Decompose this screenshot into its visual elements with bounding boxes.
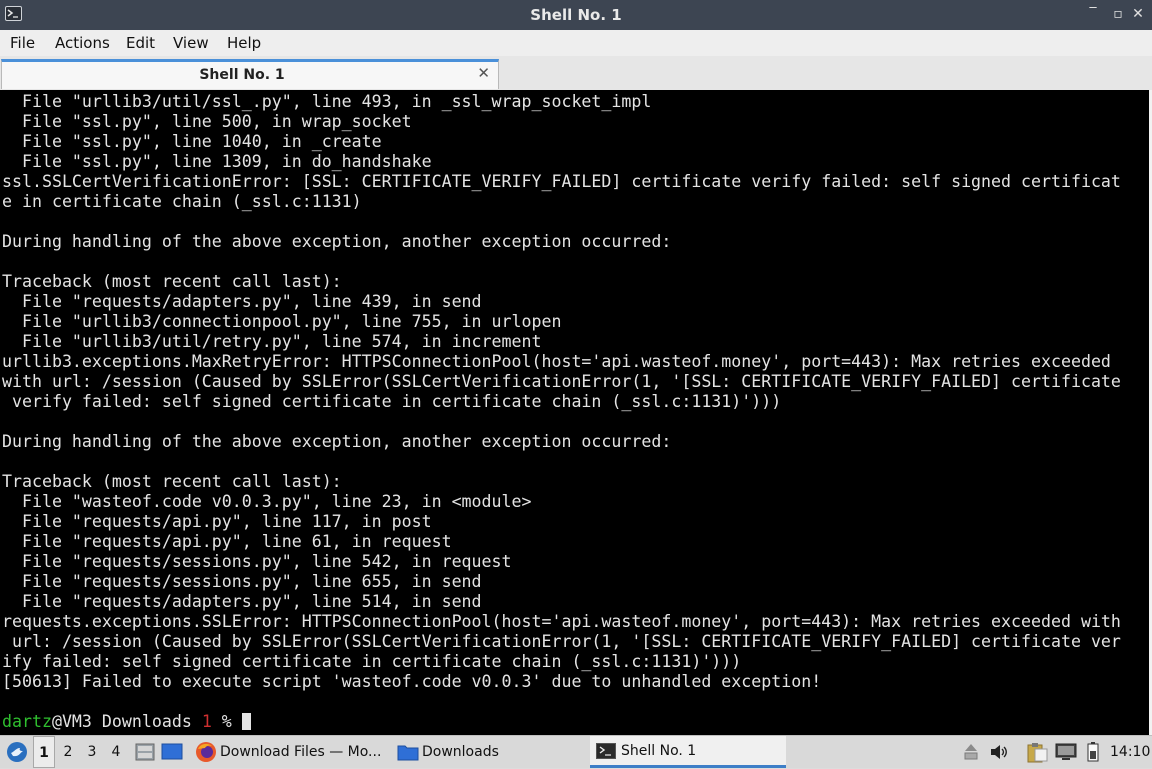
terminal-line: During handling of the above exception, … xyxy=(2,432,672,451)
file-manager-launcher[interactable] xyxy=(134,736,156,768)
firefox-icon xyxy=(196,742,216,762)
workspace-2[interactable]: 2 xyxy=(57,736,79,768)
terminal-lines: File "urllib3/util/ssl_.py", line 493, i… xyxy=(2,92,1121,691)
terminal-line: ssl.SSLCertVerificationError: [SSL: CERT… xyxy=(2,172,1121,191)
terminal-line: [50613] Failed to execute script 'wasteo… xyxy=(2,672,822,691)
tab-bar: Shell No. 1 ✕ xyxy=(0,56,1152,90)
terminal-line: During handling of the above exception, … xyxy=(2,232,672,251)
menu-actions[interactable]: Actions xyxy=(55,34,110,52)
terminal-line: Traceback (most recent call last): xyxy=(2,272,342,291)
task-firefox[interactable]: Download Files — Mo... xyxy=(192,736,388,768)
window-titlebar[interactable]: Shell No. 1 ‾ ▫ ✕ xyxy=(0,0,1152,30)
terminal-line: e in certificate chain (_ssl.c:1131) xyxy=(2,192,362,211)
terminal-view[interactable]: File "urllib3/util/ssl_.py", line 493, i… xyxy=(0,90,1152,735)
task-shell-label: Shell No. 1 xyxy=(621,742,697,759)
clipboard-button[interactable] xyxy=(1025,736,1051,768)
terminal-line: ify failed: self signed certificate in c… xyxy=(2,652,742,671)
volume-button[interactable] xyxy=(988,736,1010,768)
battery-button[interactable] xyxy=(1082,736,1104,768)
terminal-output: File "urllib3/util/ssl_.py", line 493, i… xyxy=(2,92,1121,732)
tray-upload-button[interactable] xyxy=(962,736,980,768)
battery-icon xyxy=(1087,742,1099,762)
workspace-3[interactable]: 3 xyxy=(81,736,103,768)
menu-edit[interactable]: Edit xyxy=(126,34,155,52)
prompt-host-path: @VM3 Downloads xyxy=(51,712,202,731)
terminal-line: File "wasteof.code v0.0.3.py", line 23, … xyxy=(21,492,532,511)
task-shell[interactable]: Shell No. 1 xyxy=(590,736,786,768)
terminal-line: Traceback (most recent call last): xyxy=(2,472,342,491)
window-title: Shell No. 1 xyxy=(530,6,622,24)
terminal-line: File "requests/api.py", line 117, in pos… xyxy=(21,512,432,531)
workspace-1[interactable]: 1 xyxy=(33,736,55,768)
terminal-line: File "requests/adapters.py", line 439, i… xyxy=(21,292,482,311)
terminal-line: url: /session (Caused by SSLError(SSLCer… xyxy=(11,632,1121,651)
minimize-button[interactable]: ‾ xyxy=(1083,4,1103,24)
start-menu-button[interactable] xyxy=(3,736,31,768)
terminal-line: requests.exceptions.SSLError: HTTPSConne… xyxy=(2,612,1121,631)
eject-icon xyxy=(964,744,978,760)
terminal-icon xyxy=(596,742,616,759)
prompt-user: dartz xyxy=(2,712,52,731)
terminal-line: File "requests/adapters.py", line 514, i… xyxy=(21,592,482,611)
clipboard-icon xyxy=(1027,743,1048,763)
taskbar: 1 2 3 4 Download Files — Mo... Downloads xyxy=(0,735,1152,768)
task-downloads[interactable]: Downloads xyxy=(394,736,584,768)
prompt-symbol: % xyxy=(211,712,242,731)
menu-file[interactable]: File xyxy=(10,34,35,52)
prompt-exit-code: 1 xyxy=(201,712,212,731)
terminal-line: File "urllib3/util/ssl_.py", line 493, i… xyxy=(21,92,652,111)
terminal-line: File "requests/sessions.py", line 655, i… xyxy=(21,572,482,591)
terminal-line: File "ssl.py", line 500, in wrap_socket xyxy=(21,112,412,131)
show-desktop-launcher[interactable] xyxy=(160,736,184,768)
task-downloads-label: Downloads xyxy=(422,744,499,760)
terminal-line: File "urllib3/connectionpool.py", line 7… xyxy=(21,312,562,331)
menu-bar: File Actions Edit View Help xyxy=(0,30,1152,56)
desktop-icon xyxy=(161,743,183,760)
terminal-line: File "urllib3/util/retry.py", line 574, … xyxy=(21,332,542,351)
tab-label: Shell No. 1 xyxy=(199,67,285,83)
menu-view[interactable]: View xyxy=(173,34,209,52)
tab-shell-1[interactable]: Shell No. 1 ✕ xyxy=(1,59,499,89)
terminal-line: File "ssl.py", line 1309, in do_handshak… xyxy=(21,152,432,171)
terminal-line: File "requests/sessions.py", line 542, i… xyxy=(21,552,512,571)
terminal-line: File "requests/api.py", line 61, in requ… xyxy=(21,532,452,551)
terminal-line: with url: /session (Caused by SSLError(S… xyxy=(2,372,1121,391)
speaker-icon xyxy=(991,745,1007,759)
workspace-4[interactable]: 4 xyxy=(105,736,127,768)
tab-close-icon[interactable]: ✕ xyxy=(477,64,490,82)
file-cabinet-icon xyxy=(135,743,155,761)
maximize-button[interactable]: ▫ xyxy=(1108,4,1128,24)
menu-help[interactable]: Help xyxy=(227,34,261,52)
terminal-cursor xyxy=(241,713,251,730)
task-firefox-label: Download Files — Mo... xyxy=(220,744,382,760)
terminal-line: urllib3.exceptions.MaxRetryError: HTTPSC… xyxy=(2,352,1111,371)
network-button[interactable] xyxy=(1054,736,1078,768)
monitor-icon xyxy=(1055,743,1077,760)
folder-icon xyxy=(397,745,419,761)
close-button[interactable]: ✕ xyxy=(1128,4,1148,24)
start-menu-icon xyxy=(7,742,27,762)
clock[interactable]: 14:10 xyxy=(1110,736,1150,768)
terminal-line: File "ssl.py", line 1040, in _create xyxy=(21,132,382,151)
terminal-line: verify failed: self signed certificate i… xyxy=(11,392,782,411)
